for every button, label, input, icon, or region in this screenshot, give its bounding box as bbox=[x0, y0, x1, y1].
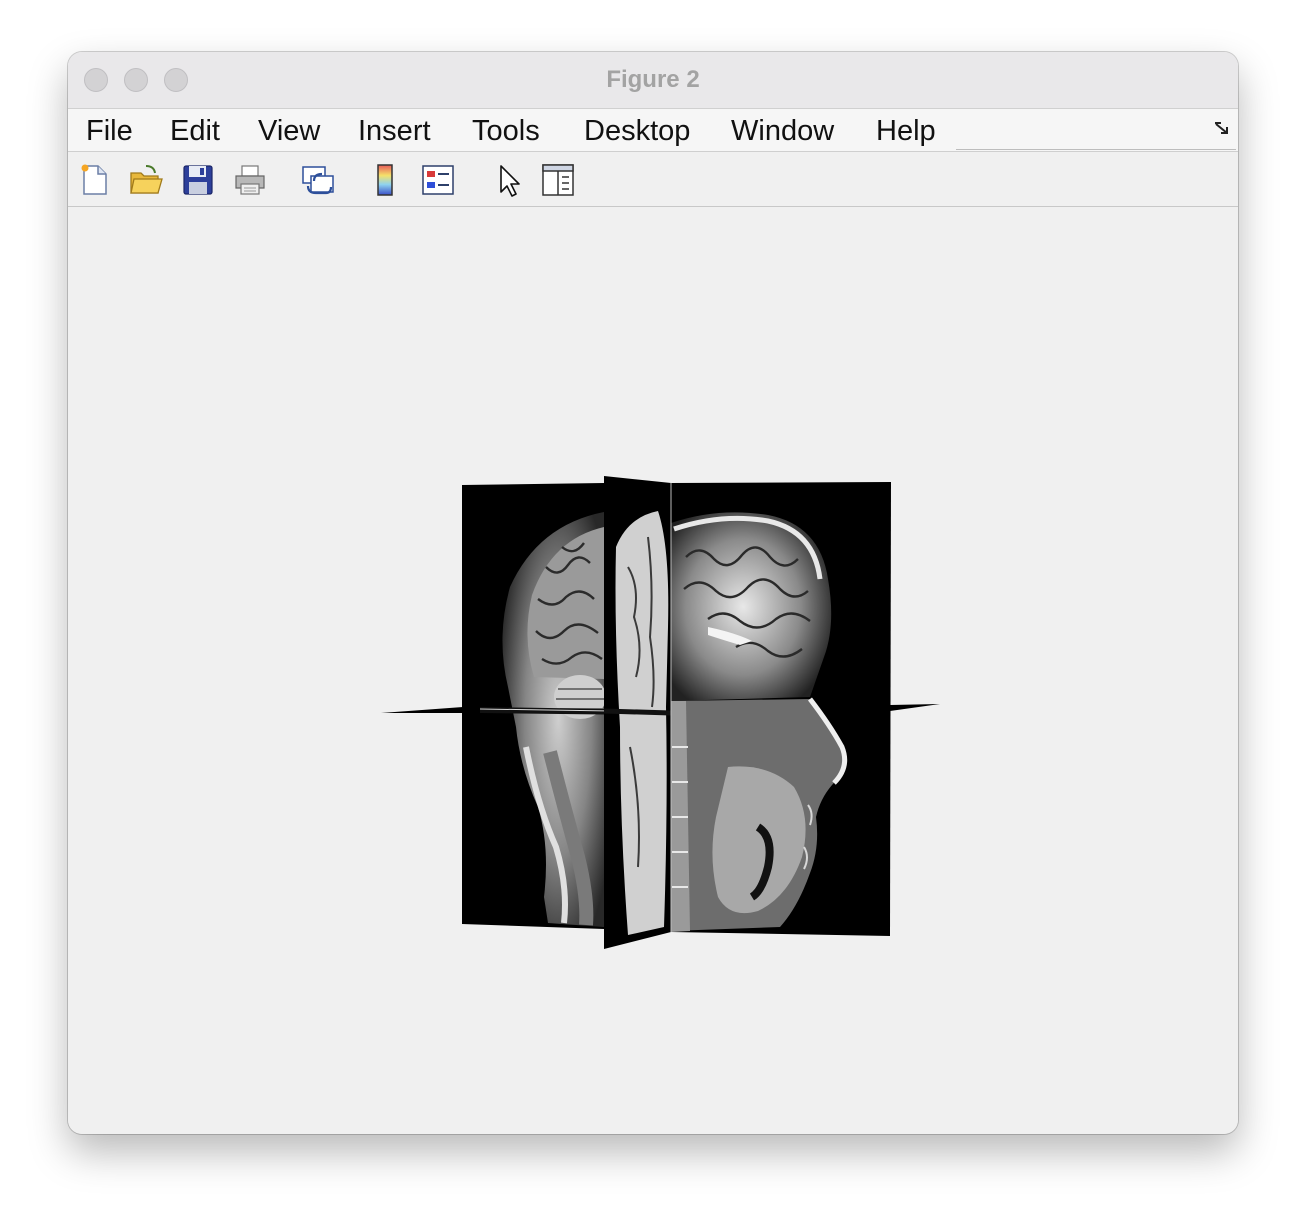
menu-bar: File Edit View Insert Tools Desktop Wind… bbox=[68, 109, 1238, 152]
colorbar-icon[interactable] bbox=[368, 162, 404, 198]
menu-view[interactable]: View bbox=[258, 113, 320, 150]
print-icon[interactable] bbox=[232, 162, 268, 198]
figure-canvas[interactable] bbox=[68, 207, 1238, 1134]
menu-tools[interactable]: Tools bbox=[472, 113, 540, 150]
mri-3d-axes[interactable] bbox=[68, 207, 1238, 1134]
dock-arrow-icon[interactable] bbox=[1214, 121, 1230, 137]
menu-help[interactable]: Help bbox=[876, 113, 936, 150]
edit-plot-cursor-icon[interactable] bbox=[492, 162, 528, 198]
menu-insert[interactable]: Insert bbox=[358, 113, 431, 150]
menu-file[interactable]: File bbox=[86, 113, 133, 150]
figure-toolbar bbox=[68, 152, 1238, 207]
menu-window[interactable]: Window bbox=[731, 113, 834, 150]
figure-window: Figure 2 File Edit View Insert Tools Des… bbox=[68, 52, 1238, 1134]
axial-slice-left-wedge bbox=[381, 707, 463, 713]
title-bar[interactable]: Figure 2 bbox=[68, 52, 1238, 109]
window-title: Figure 2 bbox=[606, 66, 700, 93]
menu-edit[interactable]: Edit bbox=[170, 113, 220, 150]
property-inspector-icon[interactable] bbox=[540, 162, 576, 198]
open-file-icon[interactable] bbox=[128, 162, 164, 198]
legend-icon[interactable] bbox=[420, 162, 456, 198]
menu-divider bbox=[956, 149, 1236, 150]
menu-desktop[interactable]: Desktop bbox=[584, 113, 690, 150]
save-icon[interactable] bbox=[180, 162, 216, 198]
axial-slice-right-wedge bbox=[890, 704, 940, 711]
new-figure-icon[interactable] bbox=[76, 162, 112, 198]
link-plot-icon[interactable] bbox=[300, 162, 336, 198]
center-slice-axial-cut bbox=[603, 708, 672, 716]
